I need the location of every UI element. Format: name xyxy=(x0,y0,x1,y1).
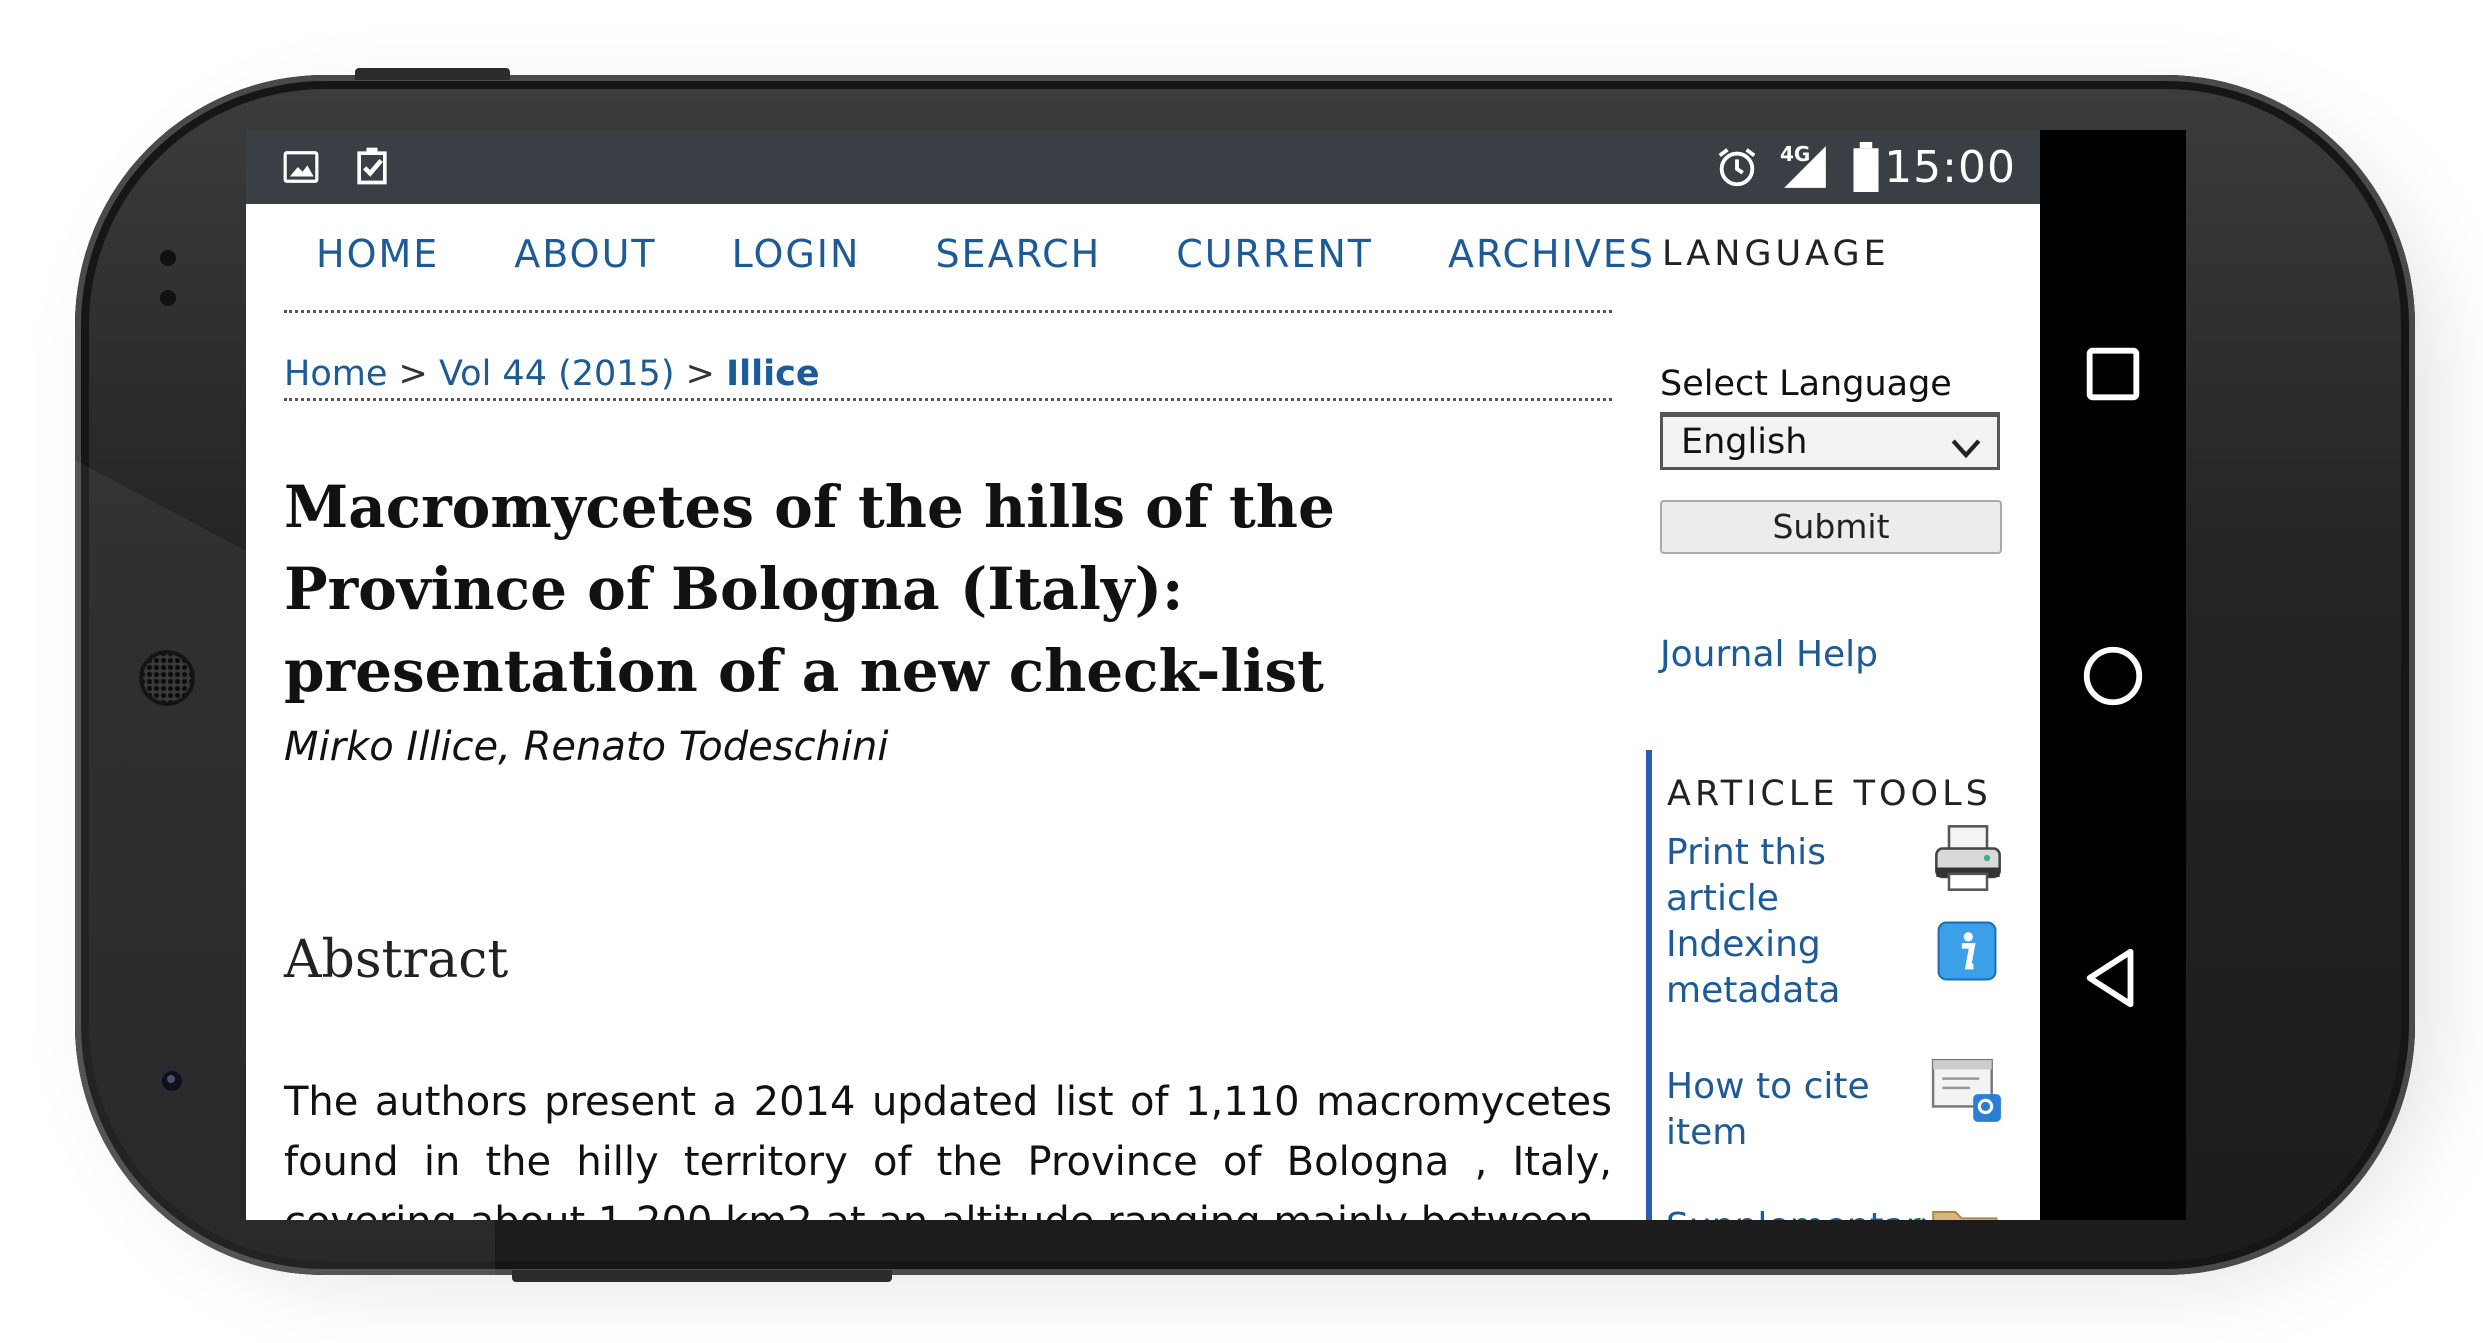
language-select-value: English xyxy=(1681,422,1808,462)
back-icon[interactable] xyxy=(2078,943,2148,1013)
breadcrumb-volume-link[interactable]: Vol 44 (2015) xyxy=(439,354,675,394)
clipboard-check-icon xyxy=(350,144,394,192)
how-to-cite-link[interactable]: How to cite item xyxy=(1666,1064,1926,1156)
nav-home[interactable]: HOME xyxy=(316,224,439,284)
indexing-metadata-link[interactable]: Indexing metadata xyxy=(1666,922,1926,1014)
speaker-grille xyxy=(139,650,195,706)
supplementary-files-link[interactable]: Supplementary files xyxy=(1666,1204,1942,1220)
status-bar: 4G 15:00 xyxy=(246,130,2040,204)
battery-icon xyxy=(1852,142,1880,196)
language-heading: LANGUAGE xyxy=(1662,234,1890,274)
network-type-label: 4G xyxy=(1780,142,1811,166)
article-title: Macromycetes of the hills of the Provinc… xyxy=(284,473,1335,705)
breadcrumb-current-link[interactable]: Illice xyxy=(726,354,820,394)
signal-icon: 4G xyxy=(1780,142,1830,196)
printer-icon[interactable] xyxy=(1930,820,2006,900)
abstract-text: The authors present a 2014 updated list … xyxy=(284,1079,1612,1220)
status-clock: 15:00 xyxy=(1884,142,2016,193)
nav-archives[interactable]: ARCHIVES xyxy=(1448,224,1655,284)
breadcrumb-separator: > xyxy=(387,354,439,394)
folder-icon[interactable] xyxy=(1930,1198,2006,1220)
breadcrumb-divider xyxy=(284,398,1612,401)
info-icon[interactable] xyxy=(1936,920,1998,986)
home-icon[interactable] xyxy=(2078,641,2148,711)
proximity-sensor xyxy=(160,250,176,266)
web-page[interactable]: HOME ABOUT LOGIN SEARCH CURRENT ARCHIVES… xyxy=(246,204,2040,1220)
cite-icon[interactable] xyxy=(1930,1056,2004,1130)
nav-login[interactable]: LOGIN xyxy=(732,224,861,284)
nav-about[interactable]: ABOUT xyxy=(514,224,656,284)
phone-screen: 4G 15:00 HOME ABOUT LOGIN SEARCH CURRENT… xyxy=(246,130,2186,1220)
chevron-down-icon xyxy=(1949,427,1983,477)
breadcrumb-separator: > xyxy=(674,354,727,394)
print-article-link[interactable]: Print this article xyxy=(1666,830,1926,922)
alarm-clock-icon xyxy=(1714,144,1760,194)
nav-divider xyxy=(284,310,1612,313)
breadcrumb: Home > Vol 44 (2015) > Illice xyxy=(284,354,820,394)
journal-help-link[interactable]: Journal Help xyxy=(1660,634,1878,675)
android-navigation-bar xyxy=(2040,130,2186,1220)
article-tools-heading: ARTICLE TOOLS xyxy=(1667,774,1992,814)
nav-search[interactable]: SEARCH xyxy=(935,224,1101,284)
light-sensor xyxy=(160,290,176,306)
volume-button xyxy=(355,68,510,80)
recents-icon[interactable] xyxy=(2078,339,2148,409)
power-button xyxy=(512,1270,892,1282)
article-authors: Mirko Illice, Renato Todeschini xyxy=(284,724,889,770)
top-navigation: HOME ABOUT LOGIN SEARCH CURRENT ARCHIVES xyxy=(316,224,1676,284)
nav-current[interactable]: CURRENT xyxy=(1176,224,1373,284)
select-language-label: Select Language xyxy=(1660,364,1952,404)
article-tools-accent xyxy=(1646,750,1652,1220)
submit-button[interactable]: Submit xyxy=(1660,500,2002,554)
front-camera xyxy=(157,1066,187,1096)
image-icon xyxy=(282,148,320,190)
abstract-heading: Abstract xyxy=(284,930,509,990)
language-select[interactable]: English xyxy=(1660,412,2000,470)
breadcrumb-home-link[interactable]: Home xyxy=(284,354,387,394)
